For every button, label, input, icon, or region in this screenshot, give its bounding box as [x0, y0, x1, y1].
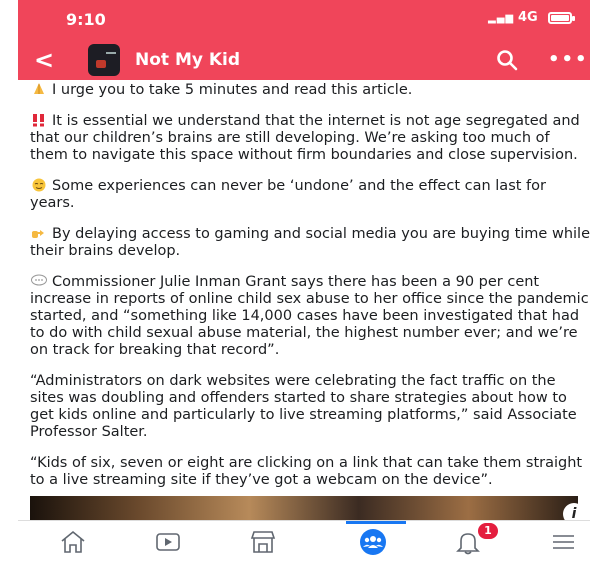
relieved-face-emoji	[32, 178, 46, 192]
battery-icon	[548, 12, 575, 24]
more-options-icon[interactable]: •••	[548, 51, 589, 69]
group-avatar[interactable]	[88, 44, 120, 76]
menu-icon	[553, 535, 574, 549]
tab-menu[interactable]	[548, 527, 582, 557]
post-paragraph: Some experiences can never be ‘undone’ a…	[30, 178, 590, 212]
network-label: 4G	[518, 10, 538, 25]
double-exclamation-emoji	[33, 114, 44, 127]
pray-emoji	[34, 83, 44, 94]
store-icon	[250, 531, 276, 553]
avatar-mark	[96, 60, 106, 68]
post-paragraph-text: Some experiences can never be ‘undone’ a…	[30, 178, 546, 211]
post-paragraph: “Administrators on dark websites were ce…	[30, 373, 590, 441]
post-paragraph: Commissioner Julie Inman Grant says ther…	[30, 274, 590, 359]
post-paragraph: “Kids of six, seven or eight are clickin…	[30, 455, 590, 489]
post-paragraph-text: “Administrators on dark websites were ce…	[30, 373, 577, 440]
group-header: < Not My Kid •••	[18, 40, 590, 80]
search-icon[interactable]	[495, 48, 519, 72]
avatar-mark	[106, 52, 116, 54]
post-paragraph-text: “Kids of six, seven or eight are clickin…	[30, 455, 583, 488]
status-bar: 9:10 ▂▄▆ 4G	[18, 0, 590, 40]
post-paragraph-text: By delaying access to gaming and social …	[30, 226, 590, 259]
post-paragraph-text: It is essential we understand that the i…	[30, 113, 580, 163]
post-paragraph-text: I urge you to take 5 minutes and read th…	[52, 82, 413, 98]
post-paragraph: I urge you to take 5 minutes and read th…	[30, 82, 590, 99]
pointing-hand-emoji	[32, 230, 44, 238]
tab-groups[interactable]	[358, 527, 392, 557]
tab-home[interactable]	[58, 527, 92, 557]
bottom-tab-bar: 1	[18, 520, 590, 563]
video-icon	[156, 533, 180, 551]
post-paragraph-text: Commissioner Julie Inman Grant says ther…	[30, 274, 589, 358]
active-tab-indicator	[346, 521, 406, 524]
tab-marketplace[interactable]	[248, 527, 282, 557]
notification-badge: 1	[478, 523, 498, 539]
status-time: 9:10	[66, 10, 106, 29]
post-image-preview[interactable]	[30, 496, 578, 522]
back-button[interactable]: <	[34, 46, 54, 74]
group-title[interactable]: Not My Kid	[135, 50, 240, 70]
post-paragraph: By delaying access to gaming and social …	[30, 226, 590, 260]
tab-watch[interactable]	[153, 527, 187, 557]
signal-icon: ▂▄▆	[488, 13, 515, 24]
home-icon	[61, 530, 85, 553]
post-paragraph: It is essential we understand that the i…	[30, 113, 590, 164]
groups-icon	[360, 529, 386, 555]
speech-bubble-emoji	[31, 274, 47, 286]
post-body: I urge you to take 5 minutes and read th…	[30, 82, 590, 503]
